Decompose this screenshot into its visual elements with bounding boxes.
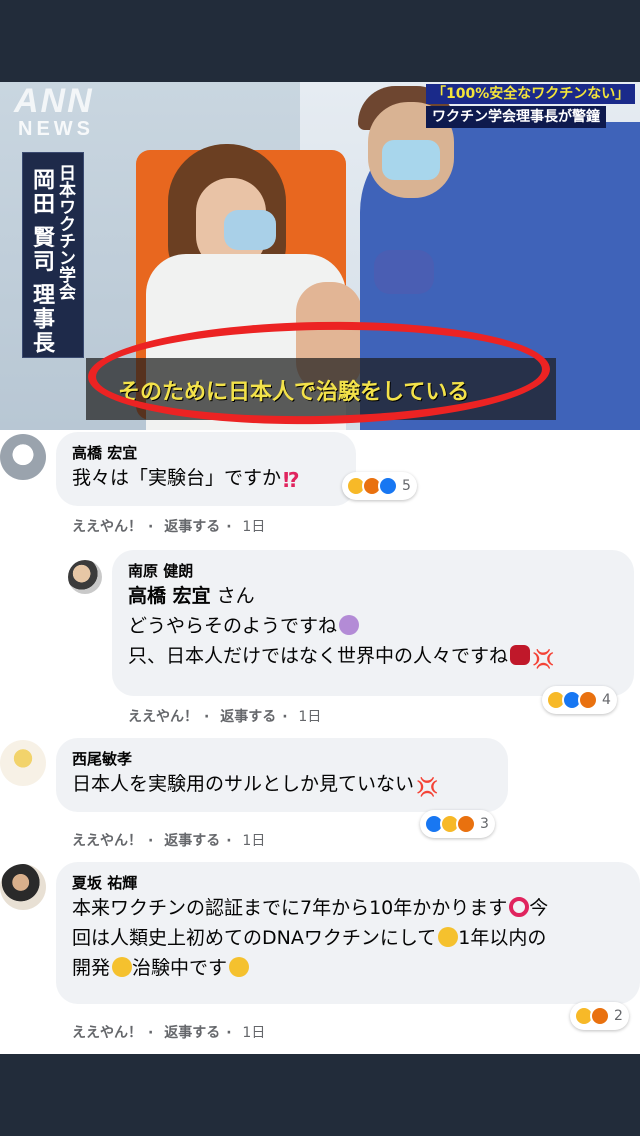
avatar[interactable]	[0, 864, 46, 910]
comment-text: 回は人類史上初めてのDNAワクチンにして 1年以内の	[72, 927, 547, 949]
like-reaction-icon	[378, 476, 398, 496]
reaction-count: 3	[480, 816, 489, 832]
comment-author[interactable]: 高橋 宏宜	[72, 442, 340, 463]
like-link[interactable]: ええやん！	[72, 1025, 142, 1041]
comment-actions: ええやん！ · 返事する · 1日	[72, 1025, 266, 1041]
exclamation-question-icon: ⁉	[283, 468, 300, 492]
reaction-summary[interactable]: 2	[570, 1002, 629, 1030]
anger-symbol-icon: 💢	[416, 777, 439, 798]
reaction-count: 4	[602, 692, 611, 708]
comment-bubble: 高橋 宏宜 我々は「実験台」ですか ⁉	[56, 432, 356, 506]
reply-link[interactable]: 返事する	[164, 1025, 220, 1041]
reaction-summary[interactable]: 4	[542, 686, 617, 714]
comment-text-body: 我々は「実験台」ですか	[72, 467, 282, 489]
screaming-face-icon	[438, 927, 459, 947]
patient-mask	[224, 210, 276, 250]
comment-actions: ええやん！ · 返事する · 1日	[72, 833, 266, 849]
reply-link[interactable]: 返事する	[164, 519, 220, 535]
like-link[interactable]: ええやん！	[128, 709, 198, 725]
news-logo: NEWS	[18, 118, 94, 140]
comment-text: 我々は「実験台」ですか ⁉	[72, 463, 340, 495]
organization-caption: 日本ワクチン学会	[55, 164, 75, 300]
comment-text: 開発 治験中です	[72, 953, 624, 983]
avatar[interactable]	[68, 560, 102, 594]
comment-time[interactable]: 1日	[298, 709, 321, 725]
ogre-mask-icon	[510, 645, 531, 665]
hollow-red-circle-icon	[509, 897, 530, 917]
comment-bubble: 西尾敏孝 日本人を実験用のサルとしか見ていない 💢	[56, 738, 508, 812]
comment-text: 本来ワクチンの認証までに7年から10年かかります今	[72, 897, 549, 919]
comment-text: どうやらそのようですね	[128, 611, 618, 641]
subhead-caption: ワクチン学会理事長が警鐘	[426, 106, 606, 128]
comments-section: 高橋 宏宜 我々は「実験台」ですか ⁉ 5 ええやん！ · 返事する · 1日 南原 …	[0, 430, 640, 1054]
angry-reaction-icon	[578, 690, 598, 710]
nurse-glove	[374, 250, 434, 294]
angry-reaction-icon	[590, 1006, 610, 1026]
avatar[interactable]	[0, 434, 46, 480]
reaction-count: 5	[402, 478, 411, 494]
screaming-face-icon	[229, 957, 250, 977]
comment-text: 高橋 宏宜 さん	[128, 585, 255, 607]
comment-bubble: 夏坂 祐輝 本来ワクチンの認証までに7年から10年かかります今 回は人類史上初め…	[56, 862, 640, 1004]
comment-author[interactable]: 西尾敏孝	[72, 748, 492, 769]
comment-time[interactable]: 1日	[242, 1025, 265, 1041]
reply-link[interactable]: 返事する	[220, 709, 276, 725]
screaming-face-icon	[112, 957, 133, 977]
angry-reaction-icon	[456, 814, 476, 834]
anger-symbol-icon: 💢	[532, 649, 555, 670]
comment-author[interactable]: 夏坂 祐輝	[72, 872, 624, 893]
nurse-mask	[382, 140, 440, 180]
comment-time[interactable]: 1日	[242, 833, 265, 849]
news-screenshot: ANN NEWS 日本ワクチン学会 岡田 賢司 理事長 「100%安全なワクチン…	[0, 82, 640, 430]
person-name-caption: 岡田 賢司 理事長	[29, 168, 54, 356]
avatar[interactable]	[0, 740, 46, 786]
like-link[interactable]: ええやん！	[72, 519, 142, 535]
comment-time[interactable]: 1日	[242, 519, 265, 535]
reply-link[interactable]: 返事する	[164, 833, 220, 849]
reaction-summary[interactable]: 3	[420, 810, 495, 838]
comment-bubble: 南原 健朗 高橋 宏宜 さん どうやらそのようですね 只、日本人だけではなく世界…	[112, 550, 634, 696]
comment-actions: ええやん！ · 返事する · 1日	[72, 519, 266, 535]
comment-text: 日本人を実験用のサルとしか見ていない 💢	[72, 769, 492, 803]
comment-actions: ええやん！ · 返事する · 1日	[128, 709, 322, 725]
headline-caption: 「100%安全なワクチンない」	[426, 84, 636, 104]
reaction-count: 2	[614, 1008, 623, 1024]
reaction-summary[interactable]: 5	[342, 472, 417, 500]
like-link[interactable]: ええやん！	[72, 833, 142, 849]
ann-logo: ANN	[14, 82, 94, 120]
exhausted-face-icon	[339, 615, 360, 635]
comment-text: 只、日本人だけではなく世界中の人々ですね 💢	[128, 641, 618, 675]
bottom-bar	[0, 1054, 640, 1136]
comment-author[interactable]: 南原 健朗	[128, 560, 618, 581]
mention-link[interactable]: 高橋 宏宜	[128, 585, 211, 607]
top-bar	[0, 0, 640, 82]
